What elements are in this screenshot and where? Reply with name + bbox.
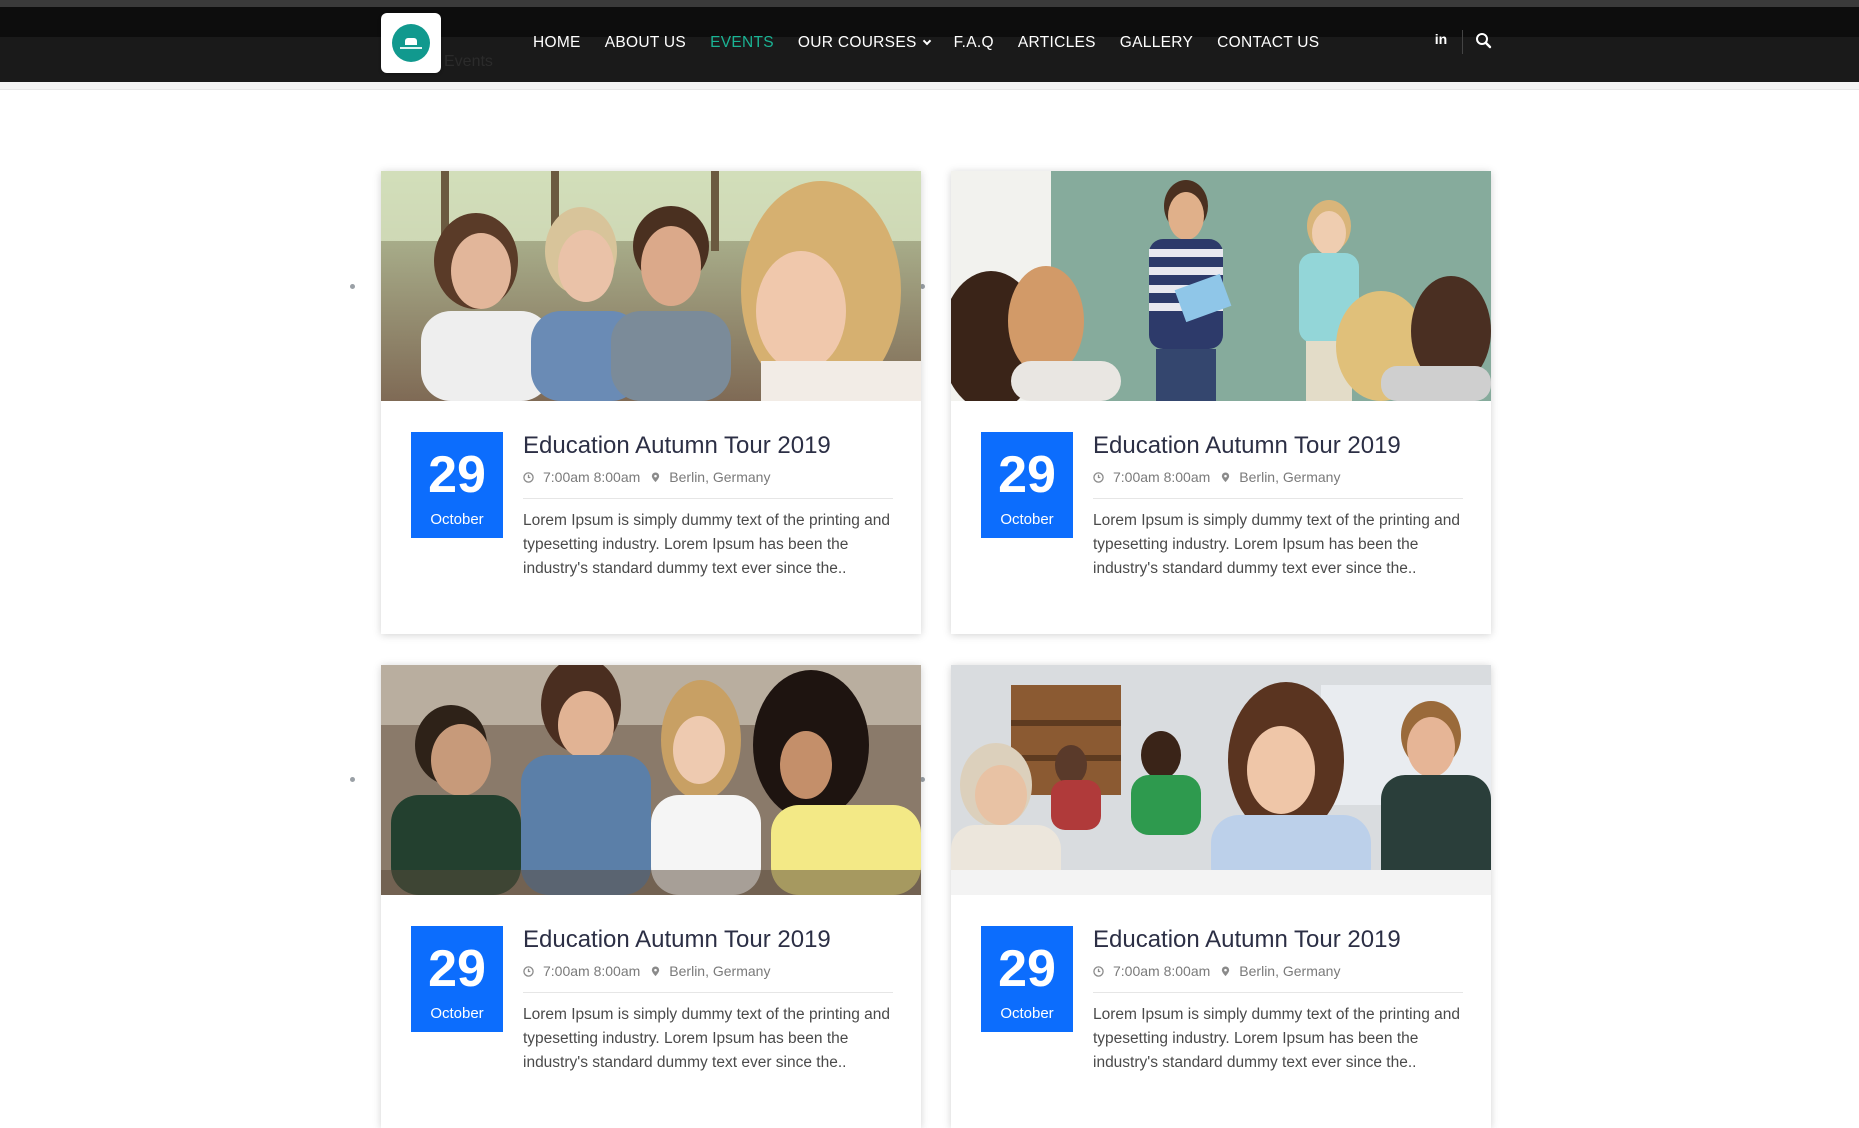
event-location: Berlin, Germany	[669, 963, 771, 979]
event-meta: 7:00am 8:00am Berlin, Germany	[1093, 469, 1340, 485]
event-date-badge: 29 October	[411, 432, 503, 538]
carousel-dot[interactable]	[350, 284, 355, 289]
event-card-body: 29 October Education Autumn Tour 2019 7:…	[381, 895, 921, 1128]
event-card-body: 29 October Education Autumn Tour 2019 7:…	[951, 401, 1491, 634]
event-location: Berlin, Germany	[669, 469, 771, 485]
meta-divider	[1093, 992, 1463, 993]
event-description: Lorem Ipsum is simply dummy text of the …	[523, 512, 890, 577]
map-pin-icon	[652, 965, 660, 976]
event-meta: 7:00am 8:00am Berlin, Germany	[523, 963, 770, 979]
event-date-badge: 29 October	[411, 926, 503, 1032]
nav-home[interactable]: HOME	[533, 34, 581, 52]
event-card[interactable]: 29 October Education Autumn Tour 2019 7:…	[951, 665, 1491, 1128]
carousel-dot[interactable]	[350, 777, 355, 782]
event-location: Berlin, Germany	[1239, 963, 1341, 979]
map-pin-icon	[652, 471, 660, 482]
clock-icon	[1093, 965, 1104, 977]
event-month: October	[1000, 1005, 1054, 1022]
chevron-down-icon	[922, 36, 931, 46]
event-title[interactable]: Education Autumn Tour 2019	[523, 432, 831, 460]
event-date-badge: 29 October	[981, 432, 1073, 538]
event-month: October	[1000, 511, 1054, 528]
main-navigation: HOME ABOUT US EVENTS OUR COURSES F.A.Q A…	[533, 33, 1343, 53]
meta-divider	[523, 498, 893, 499]
event-month: October	[430, 511, 484, 528]
group-study-photo[interactable]	[381, 665, 921, 895]
breadcrumb: Events	[444, 53, 493, 70]
nav-about-us[interactable]: ABOUT US	[605, 34, 686, 52]
event-location: Berlin, Germany	[1239, 469, 1341, 485]
event-time: 7:00am 8:00am	[1113, 963, 1211, 979]
event-card[interactable]: 29 October Education Autumn Tour 2019 7:…	[951, 171, 1491, 634]
event-title[interactable]: Education Autumn Tour 2019	[1093, 432, 1401, 460]
header-divider	[0, 82, 1859, 90]
nav-contact-us[interactable]: CONTACT US	[1217, 34, 1319, 52]
event-time: 7:00am 8:00am	[1113, 469, 1211, 485]
nav-our-courses-label: OUR COURSES	[797, 34, 917, 51]
event-description: Lorem Ipsum is simply dummy text of the …	[523, 1006, 890, 1071]
event-day: 29	[428, 446, 486, 504]
nav-our-courses[interactable]: OUR COURSES	[797, 34, 931, 52]
students-studying-photo[interactable]	[381, 171, 921, 401]
meta-divider	[523, 992, 893, 993]
map-pin-icon	[1222, 471, 1230, 482]
nav-articles[interactable]: ARTICLES	[1018, 34, 1096, 52]
logo-emblem-icon	[392, 24, 430, 62]
event-card-body: 29 October Education Autumn Tour 2019 7:…	[951, 895, 1491, 1128]
event-day: 29	[998, 446, 1056, 504]
event-card[interactable]: 29 October Education Autumn Tour 2019 7:…	[381, 171, 921, 634]
clock-icon	[1093, 471, 1104, 483]
header-separator	[1462, 30, 1463, 54]
event-description: Lorem Ipsum is simply dummy text of the …	[1093, 512, 1460, 577]
event-card[interactable]: 29 October Education Autumn Tour 2019 7:…	[381, 665, 921, 1128]
site-logo[interactable]	[381, 13, 441, 73]
nav-events[interactable]: EVENTS	[710, 34, 774, 52]
event-day: 29	[428, 940, 486, 998]
event-meta: 7:00am 8:00am Berlin, Germany	[523, 469, 770, 485]
meta-divider	[1093, 498, 1463, 499]
clock-icon	[523, 471, 534, 483]
event-time: 7:00am 8:00am	[543, 963, 641, 979]
event-date-badge: 29 October	[981, 926, 1073, 1032]
clock-icon	[523, 965, 534, 977]
linkedin-icon[interactable]: in	[1432, 30, 1450, 48]
event-time: 7:00am 8:00am	[543, 469, 641, 485]
event-meta: 7:00am 8:00am Berlin, Germany	[1093, 963, 1340, 979]
classroom-exam-photo[interactable]	[951, 665, 1491, 895]
nav-gallery[interactable]: GALLERY	[1120, 34, 1193, 52]
teacher-chalkboard-photo[interactable]	[951, 171, 1491, 401]
event-month: October	[430, 1005, 484, 1022]
event-card-body: 29 October Education Autumn Tour 2019 7:…	[381, 401, 921, 634]
header-top-stripe	[0, 0, 1859, 7]
map-pin-icon	[1222, 965, 1230, 976]
event-description: Lorem Ipsum is simply dummy text of the …	[1093, 1006, 1460, 1071]
event-day: 29	[998, 940, 1056, 998]
nav-faq[interactable]: F.A.Q	[954, 34, 994, 52]
search-icon[interactable]	[1475, 32, 1493, 50]
